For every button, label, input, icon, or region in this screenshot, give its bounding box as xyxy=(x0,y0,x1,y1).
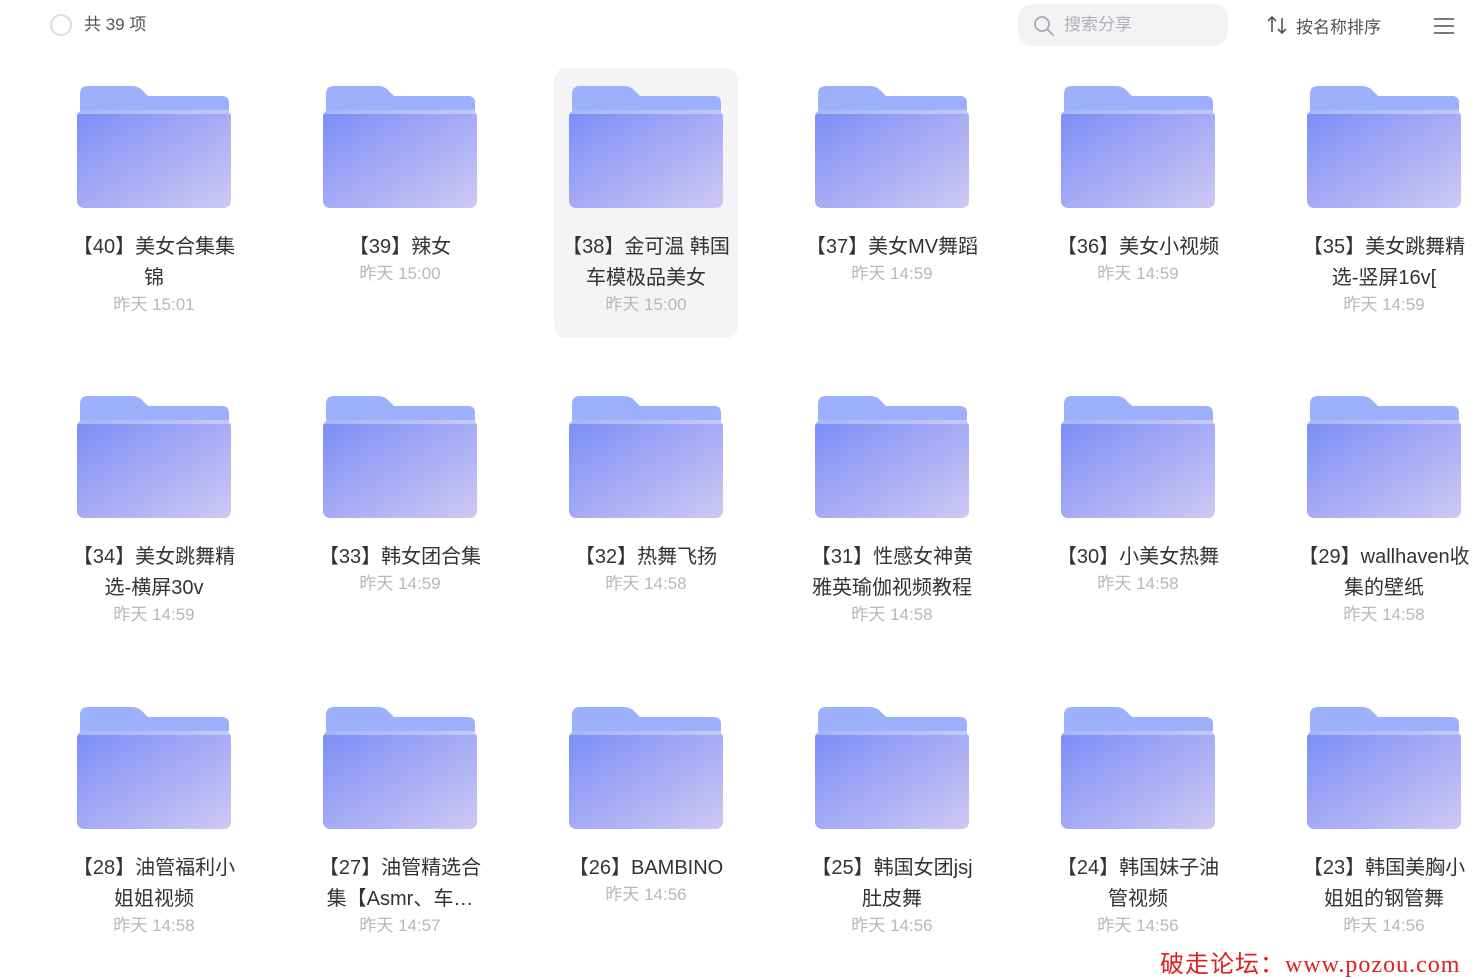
folder-item[interactable]: 【31】性感女神黄雅英瑜伽视频教程昨天 14:58 xyxy=(800,378,984,648)
folder-icon xyxy=(1307,86,1461,208)
folder-icon xyxy=(815,707,969,829)
folder-modified-time: 昨天 14:58 xyxy=(1097,574,1179,593)
folder-item[interactable]: 【30】小美女热舞 昨天 14:58 xyxy=(1046,378,1230,648)
folder-icon xyxy=(1307,396,1461,518)
folder-modified-time: 昨天 14:57 xyxy=(359,916,441,935)
folder-item[interactable]: 【25】韩国女团jsj肚皮舞昨天 14:56 xyxy=(800,689,984,959)
folder-name: 【36】美女小视频 xyxy=(1056,236,1220,258)
folder-modified-time: 昨天 14:58 xyxy=(1343,605,1425,624)
folder-name: 【28】油管福利小姐姐视频 xyxy=(72,857,236,910)
folder-modified-time: 昨天 14:56 xyxy=(1097,916,1179,935)
folder-item[interactable]: 【33】韩女团合集 昨天 14:59 xyxy=(308,378,492,648)
folder-item[interactable]: 【39】辣女 昨天 15:00 xyxy=(308,68,492,338)
sort-arrows-icon xyxy=(1267,15,1287,35)
watermark-text: 破走论坛：www.pozou.com xyxy=(1160,952,1461,978)
folder-icon xyxy=(323,707,477,829)
folder-icon xyxy=(1061,707,1215,829)
sort-button[interactable]: 按名称排序 xyxy=(1266,12,1381,38)
folder-modified-time: 昨天 14:59 xyxy=(359,574,441,593)
sort-label: 按名称排序 xyxy=(1296,17,1381,37)
folder-icon xyxy=(323,86,477,208)
folder-modified-time: 昨天 14:59 xyxy=(851,264,933,283)
folder-name: 【26】BAMBINO xyxy=(568,857,724,879)
search-icon xyxy=(1034,16,1054,36)
folder-modified-time: 昨天 14:59 xyxy=(113,605,195,624)
folder-item[interactable]: 【28】油管福利小姐姐视频昨天 14:58 xyxy=(62,689,246,959)
folder-modified-time: 昨天 14:59 xyxy=(1097,264,1179,283)
item-count-label: 共 39 项 xyxy=(84,15,147,34)
folder-name: 【29】wallhaven收集的壁纸 xyxy=(1298,546,1470,599)
hamburger-menu-icon[interactable] xyxy=(1432,14,1456,38)
folder-name: 【38】金可温 韩国车模极品美女 xyxy=(562,236,730,289)
folder-icon xyxy=(77,396,231,518)
folder-name: 【25】韩国女团jsj肚皮舞 xyxy=(811,857,973,910)
folder-name: 【33】韩女团合集 xyxy=(318,546,482,568)
folder-item[interactable]: 【36】美女小视频 昨天 14:59 xyxy=(1046,68,1230,338)
folder-icon xyxy=(815,86,969,208)
folder-modified-time: 昨天 14:58 xyxy=(851,605,933,624)
folder-name: 【39】辣女 xyxy=(348,236,452,258)
folder-name: 【32】热舞飞扬 xyxy=(574,546,718,568)
folder-name: 【30】小美女热舞 xyxy=(1056,546,1220,568)
folder-icon xyxy=(569,707,723,829)
search-input[interactable] xyxy=(1064,13,1214,37)
folder-modified-time: 昨天 14:59 xyxy=(1343,295,1425,314)
folder-icon xyxy=(77,707,231,829)
folder-item[interactable]: 【32】热舞飞扬 昨天 14:58 xyxy=(554,378,738,648)
folder-name: 【37】美女MV舞蹈 xyxy=(805,236,979,258)
folder-name: 【23】韩国美胸小姐姐的钢管舞 xyxy=(1302,857,1466,910)
folder-icon xyxy=(1061,86,1215,208)
folder-name: 【24】韩国妹子油管视频 xyxy=(1056,857,1220,910)
folder-item[interactable]: 【26】BAMBINO 昨天 14:56 xyxy=(554,689,738,959)
folder-name: 【40】美女合集集锦 xyxy=(72,236,236,289)
folder-name: 【35】美女跳舞精选-竖屏16v[ xyxy=(1302,236,1466,289)
toolbar: 共 39 项 按名称排序 xyxy=(0,0,1484,52)
select-all-checkbox[interactable] xyxy=(50,14,72,36)
folder-icon xyxy=(815,396,969,518)
folder-icon xyxy=(323,396,477,518)
folder-icon xyxy=(569,396,723,518)
folder-name: 【34】美女跳舞精选-横屏30v xyxy=(72,546,236,599)
folder-modified-time: 昨天 14:56 xyxy=(851,916,933,935)
folder-item[interactable]: 【29】wallhaven收集的壁纸昨天 14:58 xyxy=(1292,378,1476,648)
folder-item[interactable]: 【37】美女MV舞蹈 昨天 14:59 xyxy=(800,68,984,338)
folder-name: 【27】油管精选合集【Asmr、车… xyxy=(318,857,482,910)
search-box[interactable] xyxy=(1018,4,1228,46)
folder-icon xyxy=(569,86,723,208)
folder-modified-time: 昨天 14:56 xyxy=(605,885,687,904)
folder-modified-time: 昨天 15:00 xyxy=(359,264,441,283)
folder-icon xyxy=(77,86,231,208)
folder-item[interactable]: 【40】美女合集集锦昨天 15:01 xyxy=(62,68,246,338)
folder-item[interactable]: 【35】美女跳舞精选-竖屏16v[ 昨天 14:59 xyxy=(1292,68,1476,338)
folder-modified-time: 昨天 14:58 xyxy=(605,574,687,593)
folder-modified-time: 昨天 14:58 xyxy=(113,916,195,935)
folder-modified-time: 昨天 15:01 xyxy=(113,295,195,314)
folder-name: 【31】性感女神黄雅英瑜伽视频教程 xyxy=(810,546,974,599)
folder-item[interactable]: 【27】油管精选合集【Asmr、车… 昨天 14:57 xyxy=(308,689,492,959)
folder-item[interactable]: 【23】韩国美胸小姐姐的钢管舞昨天 14:56 xyxy=(1292,689,1476,959)
folder-modified-time: 昨天 15:00 xyxy=(605,295,687,314)
folder-item[interactable]: 【24】韩国妹子油管视频昨天 14:56 xyxy=(1046,689,1230,959)
folder-icon xyxy=(1061,396,1215,518)
folder-item[interactable]: 【34】美女跳舞精选-横屏30v 昨天 14:59 xyxy=(62,378,246,648)
folder-modified-time: 昨天 14:56 xyxy=(1343,916,1425,935)
folder-icon xyxy=(1307,707,1461,829)
folder-item[interactable]: 【38】金可温 韩国车模极品美女昨天 15:00 xyxy=(554,68,738,338)
